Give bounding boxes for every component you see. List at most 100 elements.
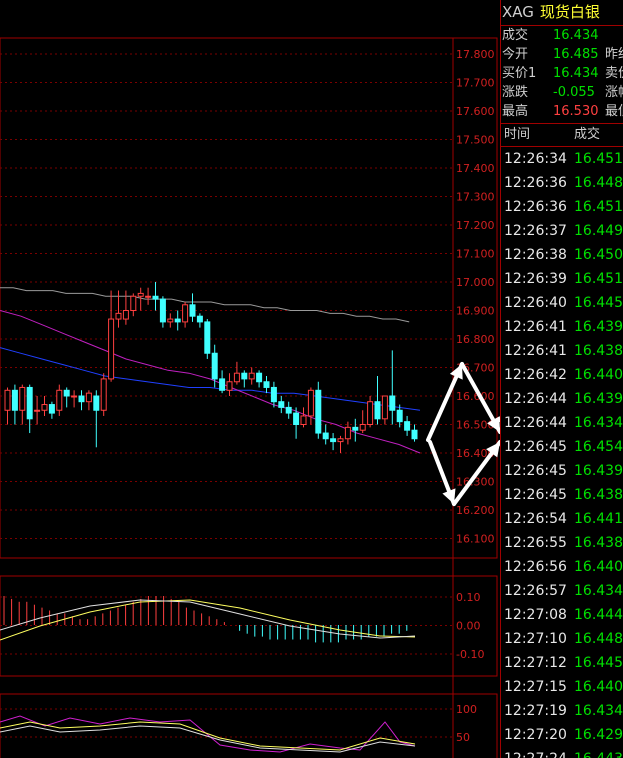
trade-row[interactable]: 12:26:45 16.454 bbox=[501, 435, 623, 459]
trade-row[interactable]: 12:26:38 16.450 bbox=[501, 243, 623, 267]
main-frame bbox=[0, 37, 498, 559]
trade-time: 12:27:19 bbox=[504, 703, 567, 719]
trade-row[interactable]: 12:26:37 16.449 bbox=[501, 219, 623, 243]
trade-row[interactable]: 12:26:41 16.438 bbox=[501, 339, 623, 363]
trade-time: 12:27:10 bbox=[504, 631, 567, 647]
candle-up bbox=[248, 372, 255, 380]
trade-time: 12:26:36 bbox=[504, 175, 567, 191]
quote-table: 成交 16.434 今开 16.485 昨结买价1 16.434 卖价涨跌 -0.055 涨幅最… bbox=[501, 26, 623, 124]
trade-row[interactable]: 12:26:44 16.439 bbox=[501, 387, 623, 411]
trade-row[interactable]: 12:27:19 16.434 bbox=[501, 699, 623, 723]
candle-down bbox=[404, 421, 411, 431]
trade-row[interactable]: 12:26:39 16.451 bbox=[501, 267, 623, 291]
candle-down bbox=[11, 389, 18, 411]
candle-down bbox=[322, 432, 329, 440]
quote-row: 最高 16.530 最低 bbox=[501, 102, 623, 121]
quote-label: 成交 bbox=[502, 28, 529, 43]
trade-price: 16.440 bbox=[574, 679, 623, 695]
symbol-name: 现货白银 bbox=[539, 3, 600, 21]
trade-row[interactable]: 12:26:34 16.451 bbox=[501, 147, 623, 171]
candle-up bbox=[100, 378, 107, 411]
trade-time: 12:26:55 bbox=[504, 535, 567, 551]
trade-row[interactable]: 12:26:55 16.438 bbox=[501, 531, 623, 555]
trade-price: 16.445 bbox=[574, 295, 623, 311]
candle-down bbox=[152, 295, 159, 300]
macd-tick-label: -0.10 bbox=[456, 648, 484, 661]
quote-label-secondary: 最低 bbox=[605, 104, 623, 119]
trade-row[interactable]: 12:26:41 16.439 bbox=[501, 315, 623, 339]
candle-down bbox=[389, 395, 396, 411]
trade-price: 16.438 bbox=[574, 487, 623, 503]
candle-down bbox=[48, 404, 55, 414]
trade-price: 16.451 bbox=[574, 151, 623, 167]
trade-price: 16.449 bbox=[574, 223, 623, 239]
quote-label: 今开 bbox=[502, 47, 529, 62]
candle-up bbox=[367, 401, 374, 426]
trade-list-header: 时间 成交 bbox=[501, 124, 623, 147]
candle-down bbox=[293, 412, 300, 426]
trade-time: 12:27:12 bbox=[504, 655, 567, 671]
trade-price: 16.429 bbox=[574, 727, 623, 743]
candle-down bbox=[278, 401, 285, 408]
candle-up bbox=[233, 372, 240, 383]
trade-row[interactable]: 12:26:44 16.434 bbox=[501, 411, 623, 435]
trade-price: 16.434 bbox=[574, 583, 623, 599]
trade-row[interactable]: 12:26:40 16.445 bbox=[501, 291, 623, 315]
trade-time: 12:27:20 bbox=[504, 727, 567, 743]
trade-row[interactable]: 12:27:10 16.448 bbox=[501, 627, 623, 651]
trade-time: 12:26:41 bbox=[504, 319, 567, 335]
kdj-tick-label: 100 bbox=[456, 703, 477, 716]
price-axis: 17.800 17.700 17.600 17.500 17.400 17.300 17.2… bbox=[456, 48, 495, 546]
trade-row[interactable]: 12:27:24 16.443 bbox=[501, 747, 623, 758]
trade-row[interactable]: 12:27:15 16.440 bbox=[501, 675, 623, 699]
trade-price: 16.451 bbox=[574, 271, 623, 287]
trade-row[interactable]: 12:27:08 16.444 bbox=[501, 603, 623, 627]
trade-row[interactable]: 12:26:36 16.448 bbox=[501, 171, 623, 195]
trade-time: 12:26:36 bbox=[504, 199, 567, 215]
price-tick-label: 17.400 bbox=[456, 162, 495, 175]
trade-row[interactable]: 12:27:20 16.429 bbox=[501, 723, 623, 747]
trade-time: 12:26:39 bbox=[504, 271, 567, 287]
trade-price: 16.450 bbox=[574, 247, 623, 263]
quote-row: 成交 16.434 bbox=[501, 26, 623, 45]
quote-label-secondary: 卖价 bbox=[605, 66, 623, 81]
trade-row[interactable]: 12:26:36 16.451 bbox=[501, 195, 623, 219]
candle-down bbox=[159, 298, 166, 323]
candle-down bbox=[396, 409, 403, 423]
quote-label: 最高 bbox=[502, 104, 529, 119]
price-tick-label: 17.200 bbox=[456, 219, 495, 232]
price-tick-label: 17.500 bbox=[456, 134, 495, 147]
trade-row[interactable]: 12:26:57 16.434 bbox=[501, 579, 623, 603]
kdj-k-line bbox=[0, 725, 416, 753]
candle-up bbox=[167, 318, 174, 323]
trade-time: 12:27:08 bbox=[504, 607, 567, 623]
trade-price: 16.438 bbox=[574, 343, 623, 359]
candle-up bbox=[34, 409, 41, 412]
candle-down bbox=[374, 401, 381, 420]
trade-list[interactable]: 12:26:34 16.451 12:26:36 16.448 12:26:36 16.4… bbox=[501, 147, 623, 758]
trade-row[interactable]: 12:26:42 16.440 bbox=[501, 363, 623, 387]
quote-value: 16.434 bbox=[553, 28, 599, 43]
trade-price: 16.440 bbox=[574, 367, 623, 383]
trade-price: 16.448 bbox=[574, 175, 623, 191]
price-tick-label: 17.300 bbox=[456, 191, 495, 204]
trade-row[interactable]: 12:26:54 16.441 bbox=[501, 507, 623, 531]
quote-panel: XAG 现货白银 成交 16.434 今开 16.485 昨结买价1 16.434 卖价涨跌 -… bbox=[500, 0, 623, 758]
trade-price: 16.444 bbox=[574, 607, 623, 623]
candle-up bbox=[71, 395, 78, 398]
symbol-header[interactable]: XAG 现货白银 bbox=[501, 0, 623, 26]
trade-row[interactable]: 12:27:12 16.445 bbox=[501, 651, 623, 675]
trade-price: 16.434 bbox=[574, 703, 623, 719]
macd-frame bbox=[0, 575, 498, 677]
trade-time: 12:26:45 bbox=[504, 463, 567, 479]
trade-row[interactable]: 12:26:45 16.439 bbox=[501, 459, 623, 483]
trade-row[interactable]: 12:26:56 16.440 bbox=[501, 555, 623, 579]
candle-down bbox=[263, 381, 270, 388]
trade-row[interactable]: 12:26:45 16.438 bbox=[501, 483, 623, 507]
trade-time: 12:26:44 bbox=[504, 415, 567, 431]
trade-price: 16.438 bbox=[574, 535, 623, 551]
candle-up bbox=[56, 389, 63, 411]
price-tick-label: 16.500 bbox=[456, 419, 495, 432]
price-tick-label: 17.800 bbox=[456, 48, 495, 61]
candle-down bbox=[315, 389, 322, 434]
